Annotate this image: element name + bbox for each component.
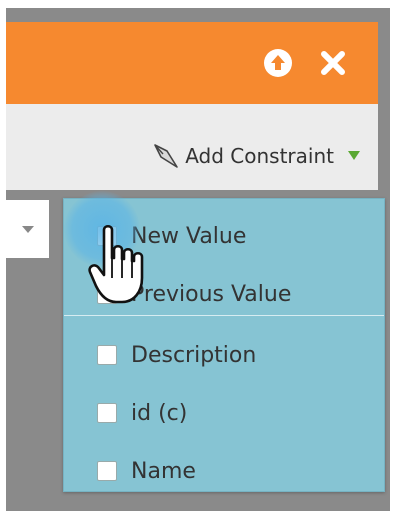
menu-item-label: Name [131,458,196,484]
arrow-up-circle-icon[interactable] [263,48,293,78]
toolbar: Add Constraint [6,104,378,190]
add-constraint-label: Add Constraint [185,144,334,168]
checkbox[interactable] [97,345,117,365]
chevron-down-icon [22,226,34,233]
menu-item-id-c[interactable]: id (c) [64,388,384,438]
hand-pointer-icon [88,224,144,304]
app-frame: Add Constraint New Value Previous Value … [6,8,390,511]
menu-item-label: id (c) [131,400,188,426]
close-icon[interactable] [318,48,348,78]
wand-icon [154,144,179,168]
checkbox[interactable] [97,403,117,423]
add-constraint-button[interactable]: Add Constraint [151,142,360,170]
menu-item-description[interactable]: Description [64,330,384,380]
menu-divider [64,315,384,316]
checkbox[interactable] [97,461,117,481]
menu-item-label: Description [131,342,257,368]
menu-item-name[interactable]: Name [64,446,384,496]
dropdown-triangle-icon [348,151,360,160]
dialog-header [6,22,378,104]
field-select[interactable] [6,200,49,258]
